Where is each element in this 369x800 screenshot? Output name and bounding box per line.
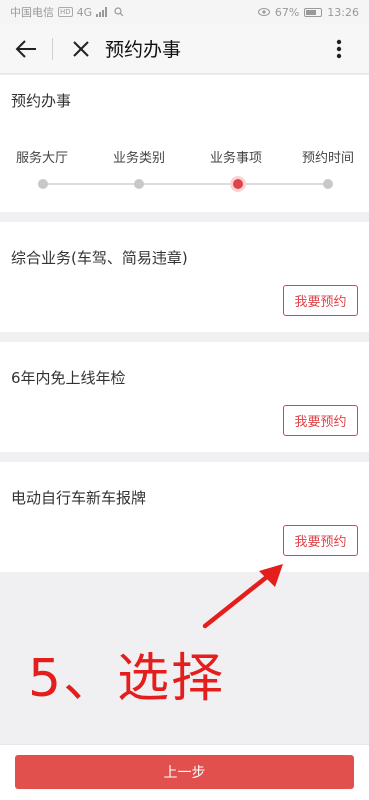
close-icon xyxy=(73,40,89,57)
step-label-time: 预约时间 xyxy=(302,151,355,166)
list-item: 电动自行车新车报牌 我要预约 xyxy=(0,462,369,572)
hd-icon: HD xyxy=(58,7,73,17)
step-label-category: 业务类别 xyxy=(113,151,166,166)
back-button[interactable] xyxy=(6,29,46,69)
nav-divider xyxy=(52,37,53,60)
book-button[interactable]: 我要预约 xyxy=(283,525,358,556)
previous-step-button[interactable]: 上一步 xyxy=(15,755,354,789)
book-button[interactable]: 我要预约 xyxy=(283,405,358,436)
step-progress: 服务大厅 业务类别 业务事项 预约时间 xyxy=(0,75,369,212)
step-label-matter: 业务事项 xyxy=(210,151,263,166)
carrier-label: 中国电信 xyxy=(10,6,54,19)
arrow-left-icon xyxy=(15,39,36,58)
list-item: 6年内免上线年检 我要预约 xyxy=(0,342,369,452)
search-icon xyxy=(114,7,124,17)
list-item: 综合业务(车驾、简易违章) 我要预约 xyxy=(0,222,369,332)
network-label: 4G xyxy=(76,5,93,19)
battery-icon xyxy=(304,7,323,17)
step-dot xyxy=(134,179,144,189)
status-bar: 中国电信 HD 4G 67% 13:26 xyxy=(0,0,369,24)
step-track xyxy=(43,183,328,185)
step-label-hall: 服务大厅 xyxy=(16,151,69,166)
step-dot xyxy=(38,179,48,189)
more-vertical-icon xyxy=(336,39,342,58)
signal-icon xyxy=(96,7,108,17)
item-title: 6年内免上线年检 xyxy=(11,369,126,387)
item-title: 综合业务(车驾、简易违章) xyxy=(11,249,188,267)
nav-bar: 预约办事 xyxy=(0,24,369,74)
item-title: 电动自行车新车报牌 xyxy=(11,489,147,507)
bottom-bar: 上一步 xyxy=(0,744,369,800)
step-dot xyxy=(323,179,333,189)
more-button[interactable] xyxy=(319,29,359,69)
steps-card: 预约办事 服务大厅 业务类别 业务事项 预约时间 xyxy=(0,75,369,212)
annotation-text: 5、选择 xyxy=(28,649,226,709)
clock: 13:26 xyxy=(327,5,359,19)
battery-percent: 67% xyxy=(274,5,300,19)
step-dot-active xyxy=(233,179,243,189)
book-button[interactable]: 我要预约 xyxy=(283,285,358,316)
page-title: 预约办事 xyxy=(105,39,182,61)
close-button[interactable] xyxy=(61,29,101,69)
eye-icon xyxy=(257,8,270,16)
annotation-arrow-icon xyxy=(202,564,283,629)
